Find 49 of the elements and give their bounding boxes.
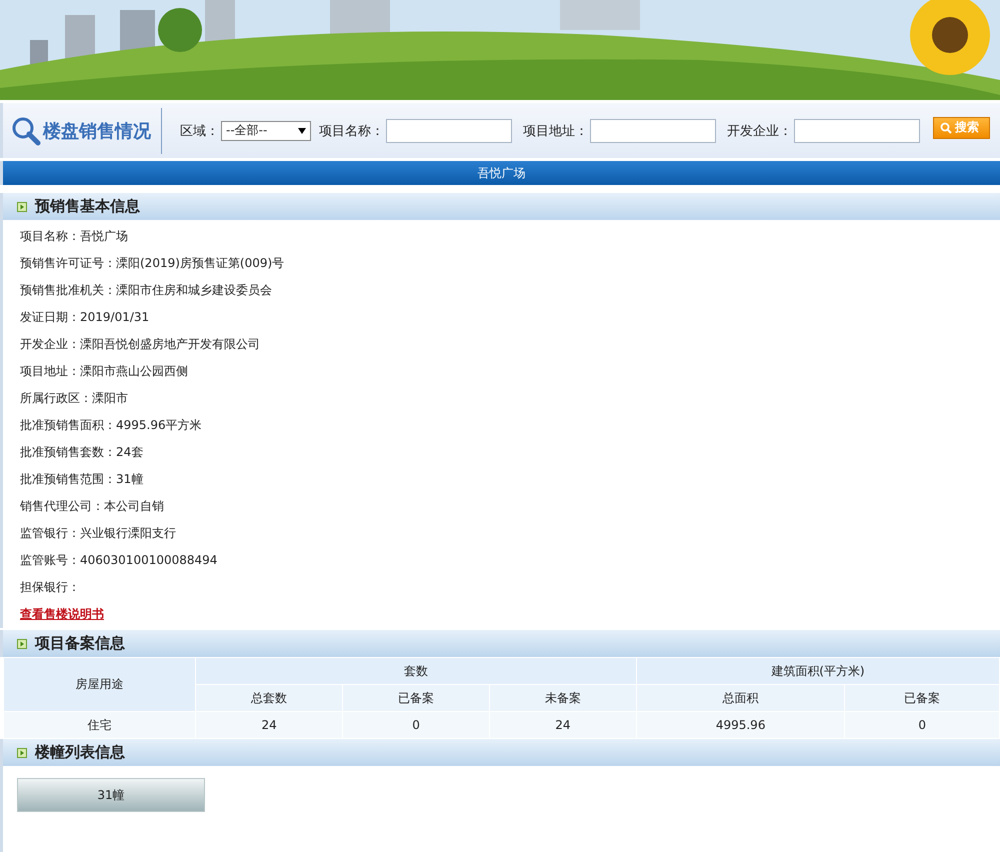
input-field[interactable]: [386, 118, 512, 142]
info-line: 项目名称：吾悦广场: [20, 228, 129, 245]
info-line: 发证日期：2019/01/31: [20, 309, 150, 326]
info-line: 销售代理公司：本公司自销: [20, 498, 165, 515]
info-line: 批准预销售范围：31幢: [20, 471, 144, 488]
table-cell: 4995.96: [636, 712, 845, 738]
bullet-icon: [17, 748, 27, 758]
table-cell: 24: [489, 712, 636, 738]
table-cell: 24: [196, 712, 343, 738]
bullet-icon: [17, 638, 27, 648]
brochure-link[interactable]: 查看售楼说明书: [20, 607, 104, 621]
info-line: 批准预销售套数：24套: [20, 444, 144, 461]
info-line: 监管银行：兴业银行溧阳支行: [20, 525, 177, 542]
info-line: 开发企业：溧阳吾悦创盛房地产开发有限公司: [20, 336, 261, 353]
page-title: 楼盘销售情况: [3, 116, 151, 146]
field-label: 项目名称：: [319, 122, 384, 140]
bullet-icon: [17, 202, 27, 212]
table-cell: 住宅: [4, 712, 196, 738]
column-header: 已备案: [844, 684, 1000, 712]
column-header: 套数: [196, 658, 636, 684]
search-icon: [11, 116, 41, 146]
info-line: 批准预销售面积：4995.96平方米: [20, 417, 203, 434]
section-title: 项目备案信息: [35, 634, 125, 653]
region-dropdown[interactable]: --全部--: [221, 120, 311, 140]
info-line: 监管账号：406030100100088494: [20, 552, 218, 569]
info-line: 预销售许可证号：溧阳(2019)房预售证第(009)号: [20, 255, 286, 272]
section-title: 预销售基本信息: [35, 197, 140, 216]
project-name-bar: 吾悦广场: [0, 161, 1000, 185]
table-cell: 0: [342, 712, 490, 738]
column-header: 总套数: [196, 684, 343, 712]
field-label: 项目地址：: [523, 122, 588, 140]
input-field[interactable]: [590, 118, 716, 142]
info-line: 担保银行：: [20, 579, 81, 596]
caret-icon: [298, 128, 306, 134]
column-header: 未备案: [489, 684, 636, 712]
column-header: 总面积: [636, 684, 845, 712]
section-title: 楼幢列表信息: [35, 743, 125, 762]
column-header: 建筑面积(平方米): [636, 658, 1000, 684]
building-button[interactable]: 31幢: [17, 778, 205, 812]
table-cell: 0: [844, 712, 1000, 738]
info-line: 项目地址：溧阳市燕山公园西侧: [20, 363, 189, 380]
field-label: 区域：: [180, 122, 219, 140]
input-field[interactable]: [794, 118, 920, 142]
info-line: 所属行政区：溧阳市: [20, 390, 129, 407]
column-header: 房屋用途: [4, 658, 196, 712]
field-label: 开发企业：: [727, 122, 792, 140]
search-icon: [940, 122, 952, 134]
column-header: 已备案: [342, 684, 490, 712]
info-line: 预销售批准机关：溧阳市住房和城乡建设委员会: [20, 282, 273, 299]
